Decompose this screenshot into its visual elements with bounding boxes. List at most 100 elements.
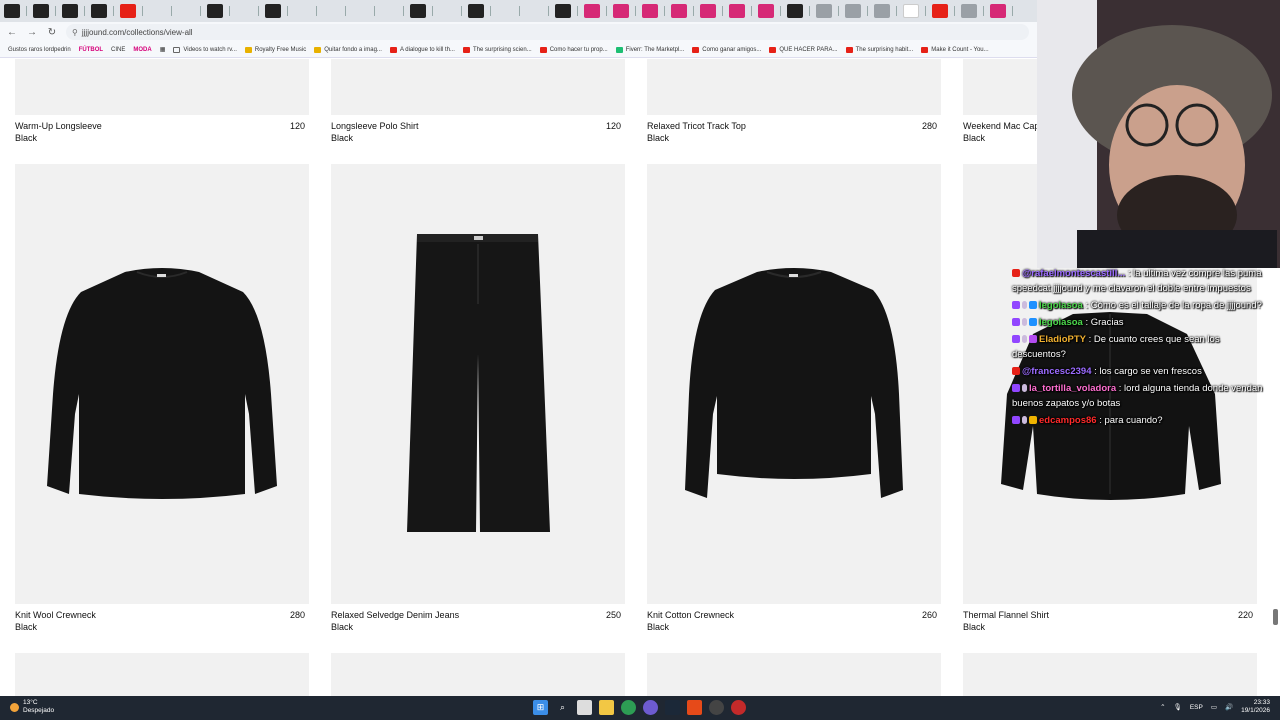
browser-tab-favicon-icon[interactable] [207,4,223,18]
product-name[interactable]: Relaxed Tricot Track Top [647,121,746,131]
product-name[interactable]: Longsleeve Polo Shirt [331,121,419,131]
volume-icon[interactable]: 🔊 [1225,703,1233,711]
browser-tab-favicon-icon[interactable] [33,4,49,18]
task-view-icon[interactable] [577,700,592,715]
product-image[interactable] [647,164,941,604]
browser-tab-favicon-icon[interactable] [4,4,20,18]
product-card[interactable] [963,653,1257,696]
product-name[interactable]: Warm-Up Longsleeve [15,121,102,131]
browser-tab-favicon-icon[interactable] [91,4,107,18]
product-card[interactable]: Longsleeve Polo Shirt 120 Black [331,59,625,145]
browser-tab-favicon-icon[interactable] [439,4,455,18]
file-explorer-icon[interactable] [599,700,614,715]
browser-tab-favicon-icon[interactable] [381,4,397,18]
product-image[interactable] [15,164,309,604]
product-card[interactable] [331,653,625,696]
product-image[interactable] [647,59,941,115]
product-image[interactable] [331,653,625,696]
browser-tab-favicon-icon[interactable] [120,4,136,18]
bookmark-item[interactable]: QUE HACER PARA... [769,46,838,53]
bookmark-item[interactable]: Quitar fondo a imag... [314,46,382,53]
bookmark-item[interactable]: Make it Count - You... [921,46,989,53]
bookmark-item[interactable]: Royalty Free Music [244,46,306,53]
forward-arrow-icon[interactable]: → [26,27,38,38]
start-windows-icon[interactable]: ⊞ [533,700,548,715]
obs-icon[interactable] [709,700,724,715]
browser-tab-favicon-icon[interactable] [816,4,832,18]
browser-tab-favicon-icon[interactable] [236,4,252,18]
bookmark-item[interactable]: A dialogue to kill th... [389,46,455,53]
bookmark-item[interactable]: Como ganar amigos... [692,46,761,53]
steam-icon[interactable] [665,700,680,715]
bookmark-item[interactable]: CINE [111,47,125,53]
product-image[interactable] [331,164,625,604]
bookmark-item[interactable]: The surprising habit... [845,46,913,53]
bookmark-item[interactable]: MODA [133,47,151,53]
app-icon[interactable] [731,700,746,715]
browser-tab-favicon-icon[interactable] [874,4,890,18]
product-card[interactable] [15,653,309,696]
bookmark-item[interactable]: The surprising scien... [462,46,532,53]
browser-tab-favicon-icon[interactable] [555,4,571,18]
browser-tab-favicon-icon[interactable] [990,4,1006,18]
browser-tab-favicon-icon[interactable] [961,4,977,18]
browser-tab-favicon-icon[interactable] [497,4,513,18]
browser-tab-favicon-icon[interactable] [526,4,542,18]
apps-grid-icon[interactable]: ▦ [160,46,166,53]
product-image[interactable] [15,59,309,115]
browser-tab-favicon-icon[interactable] [265,4,281,18]
product-card[interactable]: Knit Cotton Crewneck 260 Black [647,164,941,634]
product-name[interactable]: Knit Cotton Crewneck [647,610,734,620]
product-card[interactable]: Warm-Up Longsleeve 120 Black [15,59,309,145]
browser-tab-favicon-icon[interactable] [149,4,165,18]
product-card[interactable]: Relaxed Tricot Track Top 280 Black [647,59,941,145]
product-name[interactable]: Weekend Mac Cap [963,121,1039,131]
reload-icon[interactable]: ↻ [46,27,58,38]
browser-tab-favicon-icon[interactable] [323,4,339,18]
bookmark-item[interactable]: Gustos raros lordpedrin [8,47,71,53]
product-image[interactable] [15,653,309,696]
product-card[interactable]: Knit Wool Crewneck 280 Black [15,164,309,634]
chrome-icon[interactable] [621,700,636,715]
browser-tab-favicon-icon[interactable] [294,4,310,18]
browser-tab-favicon-icon[interactable] [729,4,745,18]
product-card[interactable] [647,653,941,696]
microphone-icon[interactable]: 🎙 [1174,703,1182,711]
browser-tab-favicon-icon[interactable] [903,4,919,18]
browser-tab-favicon-icon[interactable] [178,4,194,18]
browser-tab-favicon-icon[interactable] [787,4,803,18]
site-info-icon[interactable]: ⚲ [72,28,78,37]
browser-tab-favicon-icon[interactable] [352,4,368,18]
product-image[interactable] [647,653,941,696]
browser-tab-favicon-icon[interactable] [62,4,78,18]
discord-icon[interactable] [643,700,658,715]
browser-tab-favicon-icon[interactable] [468,4,484,18]
chevron-up-icon[interactable]: ⌃ [1160,703,1165,711]
language-indicator[interactable]: ESP [1190,704,1203,711]
browser-tab-favicon-icon[interactable] [642,4,658,18]
browser-tab-favicon-icon[interactable] [613,4,629,18]
browser-tab-favicon-icon[interactable] [410,4,426,18]
product-name[interactable]: Relaxed Selvedge Denim Jeans [331,610,459,620]
browser-tab-favicon-icon[interactable] [700,4,716,18]
product-image[interactable] [331,59,625,115]
bookmark-item[interactable]: Fiverr: The Marketpl... [615,46,684,53]
back-arrow-icon[interactable]: ← [6,27,18,38]
product-image[interactable] [963,653,1257,696]
browser-tab-favicon-icon[interactable] [845,4,861,18]
bookmark-item[interactable]: FÚTBOL [79,47,103,53]
search-icon[interactable]: ⌕ [555,700,570,715]
browser-tab-favicon-icon[interactable] [758,4,774,18]
scrollbar-thumb[interactable] [1273,609,1278,625]
browser-tab-favicon-icon[interactable] [584,4,600,18]
clock[interactable]: 23:33 19/1/2026 [1241,699,1270,715]
recording-app-icon[interactable] [687,700,702,715]
product-name[interactable]: Thermal Flannel Shirt [963,610,1049,620]
product-card[interactable]: Relaxed Selvedge Denim Jeans 250 Black [331,164,625,634]
weather-widget[interactable]: 13°C Despejado [10,699,54,715]
address-bar[interactable]: ⚲ jjjjound.com/collections/view-all [66,24,1029,40]
bookmark-item[interactable]: Videos to watch rv... [173,46,237,53]
network-icon[interactable]: ▭ [1211,703,1217,711]
product-name[interactable]: Knit Wool Crewneck [15,610,96,620]
bookmark-item[interactable]: Como hacer tu prop... [539,46,608,53]
